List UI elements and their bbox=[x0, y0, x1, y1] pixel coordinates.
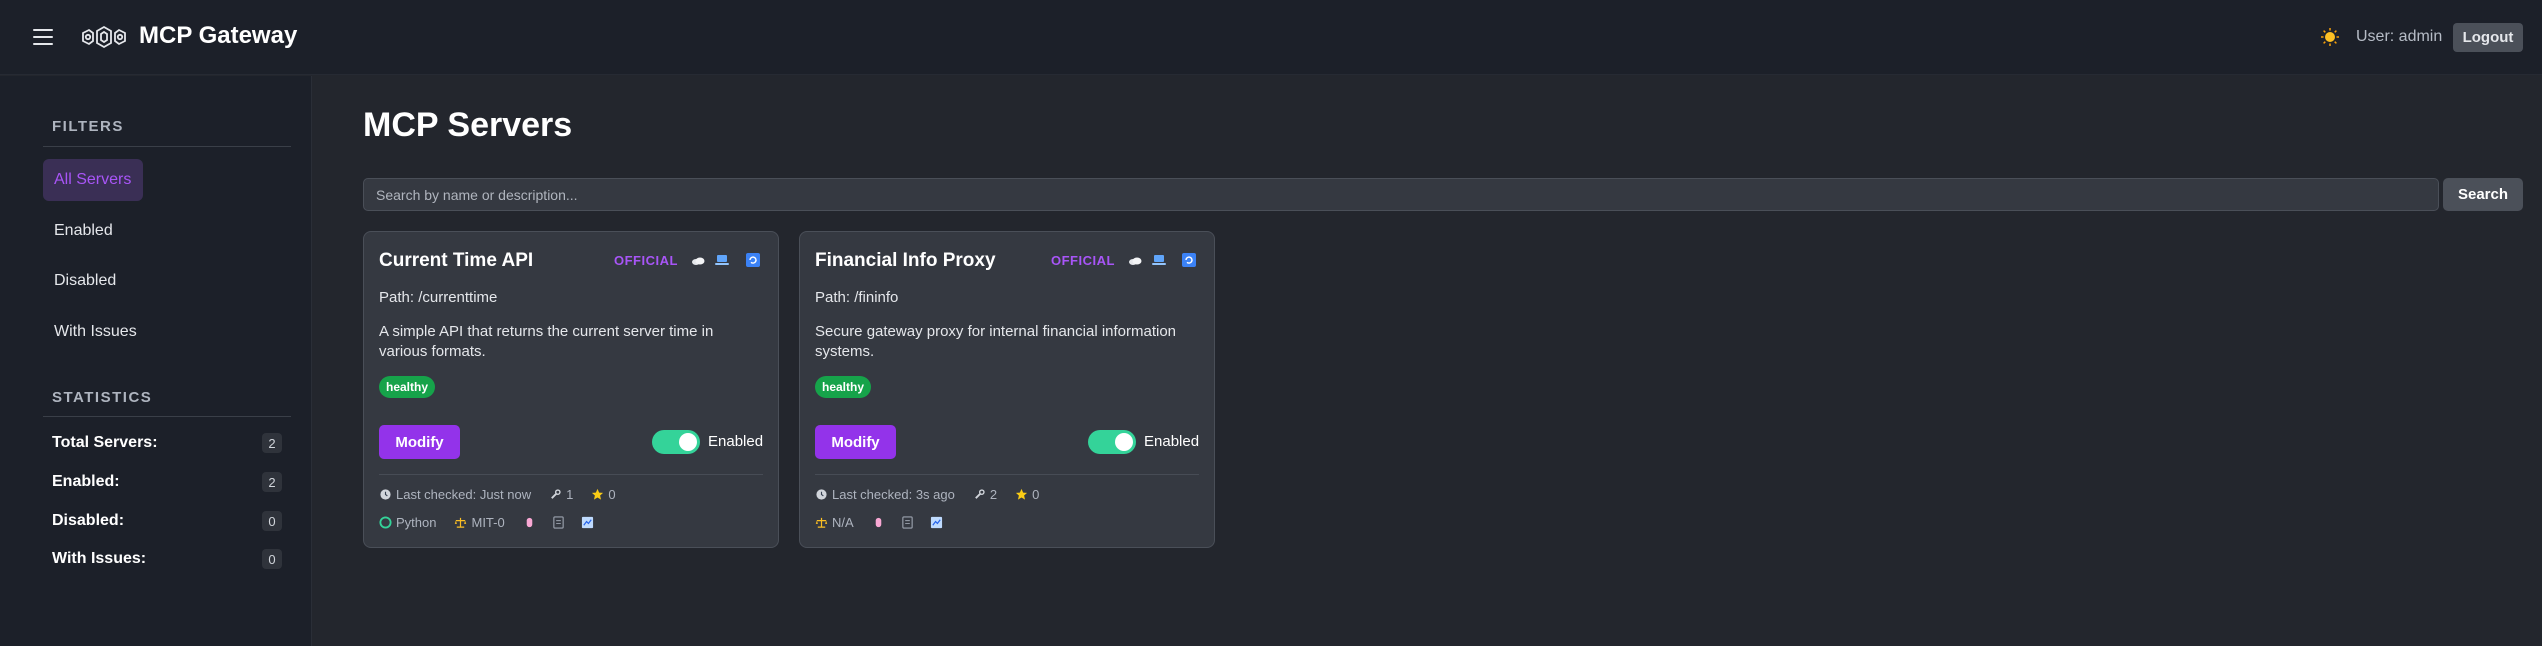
server-card-current-time-api: Current Time API OFFICIAL Path: /current… bbox=[363, 231, 779, 548]
document-icon bbox=[553, 515, 564, 529]
license: MIT-0 bbox=[454, 514, 505, 530]
stars-count: 0 bbox=[591, 486, 616, 502]
stat-count-badge: 2 bbox=[262, 433, 282, 453]
server-path: Path: /currenttime bbox=[379, 289, 498, 306]
enable-toggle[interactable] bbox=[652, 430, 700, 454]
modify-button[interactable]: Modify bbox=[379, 425, 460, 459]
sun-icon[interactable] bbox=[2320, 27, 2340, 47]
last-checked: Last checked: 3s ago bbox=[815, 487, 955, 502]
tools-count: 2 bbox=[973, 487, 997, 502]
license-text: N/A bbox=[832, 514, 854, 530]
refresh-icon[interactable] bbox=[1181, 252, 1197, 268]
page-title: MCP Servers bbox=[363, 106, 573, 144]
modify-button[interactable]: Modify bbox=[815, 425, 896, 459]
sidebar: FILTERS All Servers Enabled Disabled Wit… bbox=[0, 76, 312, 646]
divider bbox=[815, 474, 1199, 475]
health-status-badge: healthy bbox=[815, 376, 872, 398]
language: Python bbox=[379, 515, 436, 530]
app-title: MCP Gateway bbox=[139, 22, 298, 49]
clock-icon bbox=[816, 488, 827, 500]
stat-with-issues: With Issues: 0 bbox=[52, 547, 282, 571]
official-badge: OFFICIAL bbox=[614, 252, 678, 268]
stat-label: With Issues: bbox=[52, 550, 147, 567]
filter-with-issues[interactable]: With Issues bbox=[43, 311, 143, 353]
last-checked-text: Last checked: Just now bbox=[396, 486, 532, 502]
official-badge: OFFICIAL bbox=[1051, 252, 1115, 268]
hamburger-menu-icon[interactable] bbox=[33, 27, 53, 47]
top-header: MCP Gateway User: admin Logout bbox=[0, 0, 2542, 75]
tag-icon bbox=[526, 517, 533, 527]
stat-enabled: Enabled: 2 bbox=[52, 470, 282, 494]
stat-label: Total Servers: bbox=[52, 434, 158, 451]
wrench-icon bbox=[551, 488, 561, 499]
python-icon bbox=[379, 515, 392, 529]
chart-icon bbox=[930, 516, 942, 528]
license-text: MIT-0 bbox=[471, 514, 505, 530]
divider bbox=[43, 416, 291, 417]
laptop-icon[interactable] bbox=[1151, 252, 1167, 268]
stat-count-badge: 0 bbox=[262, 549, 282, 569]
tag-icon bbox=[875, 517, 881, 527]
document-icon bbox=[901, 515, 913, 529]
clock-icon bbox=[380, 488, 391, 500]
logout-button[interactable]: Logout bbox=[2453, 23, 2523, 52]
laptop-icon[interactable] bbox=[714, 252, 730, 268]
card-meta-row: Last checked: Just now 1 0 bbox=[379, 485, 626, 503]
toggle-label: Enabled bbox=[708, 433, 764, 450]
card-title: Current Time API bbox=[379, 250, 534, 271]
language-text: Python bbox=[396, 514, 437, 530]
last-checked-text: Last checked: 3s ago bbox=[832, 486, 955, 502]
last-checked: Last checked: Just now bbox=[379, 487, 531, 502]
divider bbox=[379, 474, 763, 475]
star-icon bbox=[592, 488, 604, 500]
stars-count-value: 0 bbox=[1032, 486, 1040, 502]
stars-count: 0 bbox=[1015, 487, 1039, 502]
health-status-badge: healthy bbox=[379, 376, 436, 398]
statistics-section-title: STATISTICS bbox=[52, 389, 153, 406]
filter-enabled[interactable]: Enabled bbox=[43, 210, 143, 252]
stars-count-value: 0 bbox=[608, 486, 616, 502]
stat-disabled: Disabled: 0 bbox=[52, 509, 282, 533]
enable-toggle[interactable] bbox=[1088, 430, 1136, 454]
search-button[interactable]: Search bbox=[2443, 178, 2523, 211]
refresh-icon[interactable] bbox=[745, 252, 761, 268]
license: N/A bbox=[815, 515, 854, 530]
star-icon bbox=[1016, 488, 1028, 500]
cloud-icon[interactable] bbox=[1127, 252, 1143, 268]
cloud-icon[interactable] bbox=[690, 252, 706, 268]
tools-count-value: 1 bbox=[566, 486, 574, 502]
card-meta-row: Last checked: 3s ago 2 0 bbox=[815, 485, 1049, 503]
server-description: A simple API that returns the current se… bbox=[379, 323, 714, 360]
server-card-financial-info-proxy: Financial Info Proxy OFFICIAL Path: /fin… bbox=[799, 231, 1215, 548]
scales-icon bbox=[455, 517, 467, 528]
scales-icon bbox=[815, 517, 828, 528]
tools-count: 1 bbox=[549, 487, 573, 502]
card-meta-row-secondary: Python MIT-0 bbox=[379, 513, 594, 531]
filters-section-title: FILTERS bbox=[52, 118, 124, 135]
server-description: Secure gateway proxy for internal financ… bbox=[815, 323, 1177, 360]
toggle-knob bbox=[679, 433, 697, 451]
toggle-knob bbox=[1115, 433, 1133, 451]
stat-count-badge: 0 bbox=[262, 511, 282, 531]
card-meta-row-secondary: N/A bbox=[815, 513, 943, 531]
filter-disabled[interactable]: Disabled bbox=[43, 260, 143, 302]
stat-label: Enabled: bbox=[52, 473, 120, 490]
wrench-icon bbox=[974, 488, 985, 499]
chart-icon bbox=[581, 516, 593, 528]
toggle-label: Enabled bbox=[1144, 433, 1200, 450]
search-input[interactable] bbox=[363, 178, 2439, 211]
server-path: Path: /fininfo bbox=[815, 289, 899, 306]
app-logo bbox=[82, 25, 126, 49]
filter-all-servers[interactable]: All Servers bbox=[43, 159, 143, 201]
divider bbox=[43, 146, 291, 147]
stat-count-badge: 2 bbox=[262, 472, 282, 492]
stat-total-servers: Total Servers: 2 bbox=[52, 431, 282, 455]
tools-count-value: 2 bbox=[989, 486, 998, 502]
current-user-label: User: admin bbox=[2356, 28, 2443, 45]
stat-label: Disabled: bbox=[52, 512, 125, 529]
card-title: Financial Info Proxy bbox=[815, 250, 996, 271]
